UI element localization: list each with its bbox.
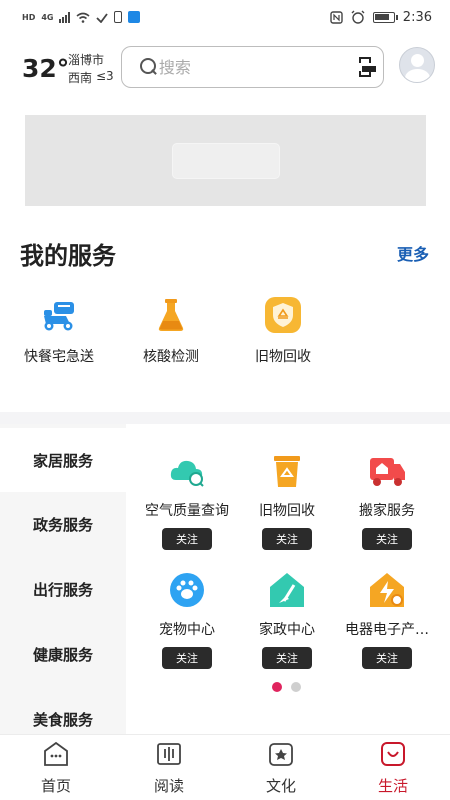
follow-button[interactable]: 关注: [162, 528, 212, 550]
category-government-service[interactable]: 政务服务: [0, 492, 126, 556]
service-label: 旧物回收: [255, 349, 311, 365]
grid-item-housekeeping[interactable]: 家政中心 关注: [237, 571, 337, 669]
alarm-icon: [351, 10, 365, 24]
moving-truck-icon: [370, 458, 405, 486]
culture-star-icon: [269, 743, 293, 766]
grid-label: 宠物中心: [159, 622, 215, 638]
search-bar[interactable]: [121, 46, 384, 88]
follow-button[interactable]: 关注: [362, 528, 412, 550]
nav-label: 阅读: [153, 777, 184, 795]
grid-item-pet[interactable]: 宠物中心 关注: [137, 571, 237, 669]
notification-icon: [114, 11, 123, 23]
service-label: 快餐宅急送: [24, 349, 94, 365]
service-item-delivery[interactable]: 快餐宅急送: [14, 296, 104, 366]
section-divider: [0, 412, 450, 424]
nav-label: 生活: [377, 777, 408, 795]
follow-button[interactable]: 关注: [362, 647, 412, 669]
pagination-dot-active[interactable]: [272, 682, 282, 692]
life-smile-icon: [381, 742, 405, 766]
nav-item-life[interactable]: 生活: [363, 741, 423, 796]
network-type: 4G: [41, 12, 54, 22]
grid-label: 家政中心: [259, 622, 315, 638]
battery-icon: [372, 11, 398, 23]
more-link[interactable]: 更多: [397, 241, 429, 265]
grid-label: 旧物回收: [259, 503, 315, 519]
section-title-my-services: 我的服务: [20, 242, 116, 270]
follow-button[interactable]: 关注: [262, 528, 312, 550]
recycle-bin-icon: [274, 456, 300, 487]
grid-label: 空气质量查询: [145, 503, 229, 519]
follow-button[interactable]: 关注: [262, 647, 312, 669]
category-home-service-label[interactable]: 家居服务: [0, 428, 126, 492]
vowifi-icon: [96, 12, 109, 23]
grid-label: 电器电子产…: [345, 622, 429, 638]
search-input[interactable]: [158, 57, 359, 77]
bottom-nav: 首页 阅读 文化 生活: [0, 734, 450, 800]
delivery-scooter-icon: [44, 302, 74, 331]
status-bar: HD 4G 2:36: [0, 0, 450, 34]
grid-item-recycle[interactable]: 旧物回收 关注: [237, 452, 337, 550]
housekeeping-icon: [270, 573, 304, 607]
service-item-recycle[interactable]: 旧物回收: [238, 296, 328, 366]
pet-paw-icon: [170, 573, 204, 607]
weather-city[interactable]: 淄博市: [68, 51, 104, 68]
temperature[interactable]: 32°: [22, 54, 69, 83]
pagination-dots: [272, 682, 301, 692]
search-icon: [140, 58, 156, 76]
banner-image-placeholder: [171, 142, 280, 179]
weather-wind-level: ≤3: [96, 69, 114, 83]
home-icon: [44, 741, 68, 766]
follow-button[interactable]: 关注: [162, 647, 212, 669]
banner[interactable]: [25, 115, 426, 206]
category-travel-service[interactable]: 出行服务: [0, 557, 126, 621]
service-label: 核酸检测: [143, 349, 199, 365]
service-item-nucleic-test[interactable]: 核酸检测: [126, 296, 216, 366]
scan-icon[interactable]: [358, 57, 376, 77]
recycle-shield-icon: [265, 297, 301, 333]
appliance-icon: [370, 573, 404, 607]
hd-indicator: HD: [22, 12, 36, 22]
signal-icon: [59, 11, 71, 23]
header: 32° 淄博市 西南 ≤3: [0, 44, 450, 90]
nav-item-home[interactable]: 首页: [26, 741, 86, 796]
nav-label: 文化: [265, 777, 296, 795]
grid-item-air-quality[interactable]: 空气质量查询 关注: [137, 452, 237, 550]
nav-item-read[interactable]: 阅读: [139, 741, 199, 796]
nfc-icon: [330, 10, 343, 24]
nav-label: 首页: [40, 777, 71, 795]
avatar[interactable]: [399, 47, 435, 83]
wifi-icon: [76, 12, 90, 23]
clock: 2:36: [402, 9, 432, 25]
grid-label: 搬家服务: [359, 503, 415, 519]
grid-item-appliance[interactable]: 电器电子产… 关注: [337, 571, 437, 669]
grid-item-moving[interactable]: 搬家服务 关注: [337, 452, 437, 550]
nav-item-culture[interactable]: 文化: [251, 741, 311, 796]
book-icon: [157, 743, 181, 765]
app-notification-icon: [128, 11, 141, 23]
pagination-dot[interactable]: [291, 682, 301, 692]
air-quality-icon: [170, 460, 204, 487]
weather-wind: 西南: [68, 71, 93, 85]
category-health-service[interactable]: 健康服务: [0, 622, 126, 686]
test-flask-icon: [158, 299, 184, 331]
